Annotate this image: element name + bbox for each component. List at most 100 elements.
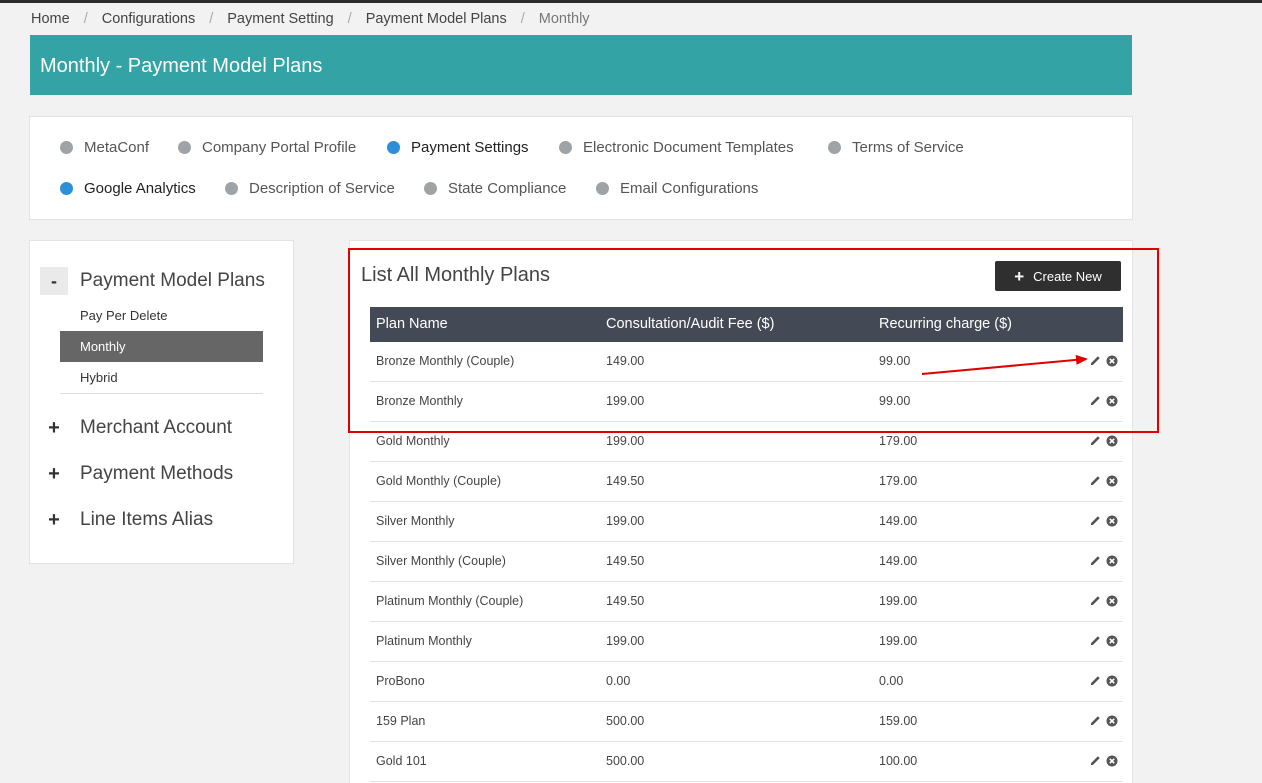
config-item-company-portal-profile[interactable]: Company Portal Profile	[178, 139, 356, 156]
delete-icon[interactable]	[1105, 514, 1118, 527]
table-body: Bronze Monthly (Couple) 149.00 99.00 Bronze…	[370, 342, 1123, 782]
delete-icon[interactable]	[1105, 594, 1118, 607]
table-row: Gold Monthly (Couple) 149.50 179.00	[370, 462, 1123, 502]
delete-icon[interactable]	[1105, 714, 1118, 727]
config-nav: MetaConf Company Portal Profile Payment …	[29, 116, 1133, 220]
config-item-label: Description of Service	[249, 180, 395, 197]
table-row: Silver Monthly 199.00 149.00	[370, 502, 1123, 542]
expand-icon[interactable]: +	[40, 506, 68, 534]
breadcrumb-home[interactable]: Home	[31, 11, 70, 27]
cell-fee: 199.00	[606, 514, 645, 528]
status-dot	[60, 141, 73, 154]
edit-icon[interactable]	[1089, 754, 1102, 767]
cell-plan-name: ProBono	[376, 674, 425, 688]
row-actions	[1089, 714, 1118, 727]
config-item-electronic-document-templates[interactable]: Electronic Document Templates	[559, 139, 794, 156]
cell-plan-name: Gold Monthly	[376, 434, 450, 448]
table-row: Platinum Monthly (Couple) 149.50 199.00	[370, 582, 1123, 622]
cell-recurring: 179.00	[879, 474, 918, 488]
cell-fee: 500.00	[606, 714, 645, 728]
breadcrumb-payment-model-plans[interactable]: Payment Model Plans	[366, 11, 507, 27]
cell-fee: 149.50	[606, 554, 645, 568]
column-header-fee[interactable]: Consultation/Audit Fee ($)	[606, 316, 774, 332]
edit-icon[interactable]	[1089, 434, 1102, 447]
config-item-metaconf[interactable]: MetaConf	[60, 139, 149, 156]
cell-recurring: 149.00	[879, 514, 918, 528]
breadcrumb-configurations[interactable]: Configurations	[102, 11, 196, 27]
delete-icon[interactable]	[1105, 754, 1118, 767]
breadcrumb-payment-setting[interactable]: Payment Setting	[227, 11, 333, 27]
edit-icon[interactable]	[1089, 594, 1102, 607]
cell-recurring: 159.00	[879, 714, 918, 728]
status-dot	[424, 182, 437, 195]
sidebar-section-line-items-alias[interactable]: + Line Items Alias	[40, 506, 213, 534]
cell-plan-name: Gold Monthly (Couple)	[376, 474, 502, 488]
row-actions	[1089, 554, 1118, 567]
sidebar-section-label: Merchant Account	[80, 417, 233, 438]
sidebar-item-monthly[interactable]: Monthly	[60, 331, 263, 362]
config-item-email-configurations[interactable]: Email Configurations	[596, 180, 758, 197]
sidebar-item-pay-per-delete[interactable]: Pay Per Delete	[60, 300, 263, 331]
cell-recurring: 99.00	[879, 394, 911, 408]
edit-icon[interactable]	[1089, 474, 1102, 487]
edit-icon[interactable]	[1089, 634, 1102, 647]
sidebar-section-merchant-account[interactable]: + Merchant Account	[40, 414, 232, 442]
breadcrumb-separator: /	[347, 11, 352, 27]
table-row: Bronze Monthly (Couple) 149.00 99.00	[370, 342, 1123, 382]
cell-recurring: 199.00	[879, 594, 918, 608]
expand-icon[interactable]: +	[40, 414, 68, 442]
delete-icon[interactable]	[1105, 354, 1118, 367]
edit-icon[interactable]	[1089, 514, 1102, 527]
collapse-icon[interactable]: -	[40, 267, 68, 295]
config-item-description-of-service[interactable]: Description of Service	[225, 180, 395, 197]
config-item-terms-of-service[interactable]: Terms of Service	[828, 139, 964, 156]
cell-fee: 0.00	[606, 674, 631, 688]
edit-icon[interactable]	[1089, 394, 1102, 407]
column-header-plan-name[interactable]: Plan Name	[376, 316, 448, 332]
delete-icon[interactable]	[1105, 434, 1118, 447]
expand-icon[interactable]: +	[40, 460, 68, 488]
config-item-label: State Compliance	[448, 180, 567, 197]
edit-icon[interactable]	[1089, 714, 1102, 727]
sidebar-section-label: Payment Methods	[80, 463, 234, 484]
cell-recurring: 149.00	[879, 554, 918, 568]
delete-icon[interactable]	[1105, 394, 1118, 407]
row-actions	[1089, 354, 1118, 367]
delete-icon[interactable]	[1105, 634, 1118, 647]
delete-icon[interactable]	[1105, 554, 1118, 567]
cell-fee: 149.50	[606, 474, 645, 488]
status-dot	[60, 182, 73, 195]
row-actions	[1089, 514, 1118, 527]
create-new-button[interactable]: + Create New	[995, 261, 1121, 291]
config-item-label: Terms of Service	[852, 139, 964, 156]
edit-icon[interactable]	[1089, 674, 1102, 687]
delete-icon[interactable]	[1105, 674, 1118, 687]
sidebar-section-payment-methods[interactable]: + Payment Methods	[40, 460, 233, 488]
cell-plan-name: Bronze Monthly (Couple)	[376, 354, 515, 368]
row-actions	[1089, 434, 1118, 447]
divider	[60, 393, 263, 394]
config-item-google-analytics[interactable]: Google Analytics	[60, 180, 196, 197]
config-item-label: Google Analytics	[84, 180, 196, 197]
breadcrumb-separator: /	[520, 11, 525, 27]
edit-icon[interactable]	[1089, 354, 1102, 367]
config-item-label: Payment Settings	[411, 139, 529, 156]
sidebar-section-payment-model-plans[interactable]: - Payment Model Plans	[40, 267, 265, 295]
edit-icon[interactable]	[1089, 554, 1102, 567]
config-item-payment-settings[interactable]: Payment Settings	[387, 139, 529, 156]
cell-plan-name: 159 Plan	[376, 714, 426, 728]
page-header: Monthly - Payment Model Plans	[30, 35, 1132, 95]
cell-fee: 199.00	[606, 394, 645, 408]
cell-recurring: 179.00	[879, 434, 918, 448]
delete-icon[interactable]	[1105, 474, 1118, 487]
breadcrumb-current-monthly: Monthly	[538, 11, 590, 27]
sidebar-section-label: Payment Model Plans	[80, 270, 265, 291]
table-row: 159 Plan 500.00 159.00	[370, 702, 1123, 742]
sidebar-item-hybrid[interactable]: Hybrid	[60, 362, 263, 393]
cell-plan-name: Bronze Monthly	[376, 394, 463, 408]
plus-icon: +	[1014, 266, 1025, 286]
row-actions	[1089, 394, 1118, 407]
config-item-state-compliance[interactable]: State Compliance	[424, 180, 566, 197]
column-header-recurring[interactable]: Recurring charge ($)	[879, 316, 1012, 332]
breadcrumb: Home / Configurations / Payment Setting …	[31, 11, 590, 27]
